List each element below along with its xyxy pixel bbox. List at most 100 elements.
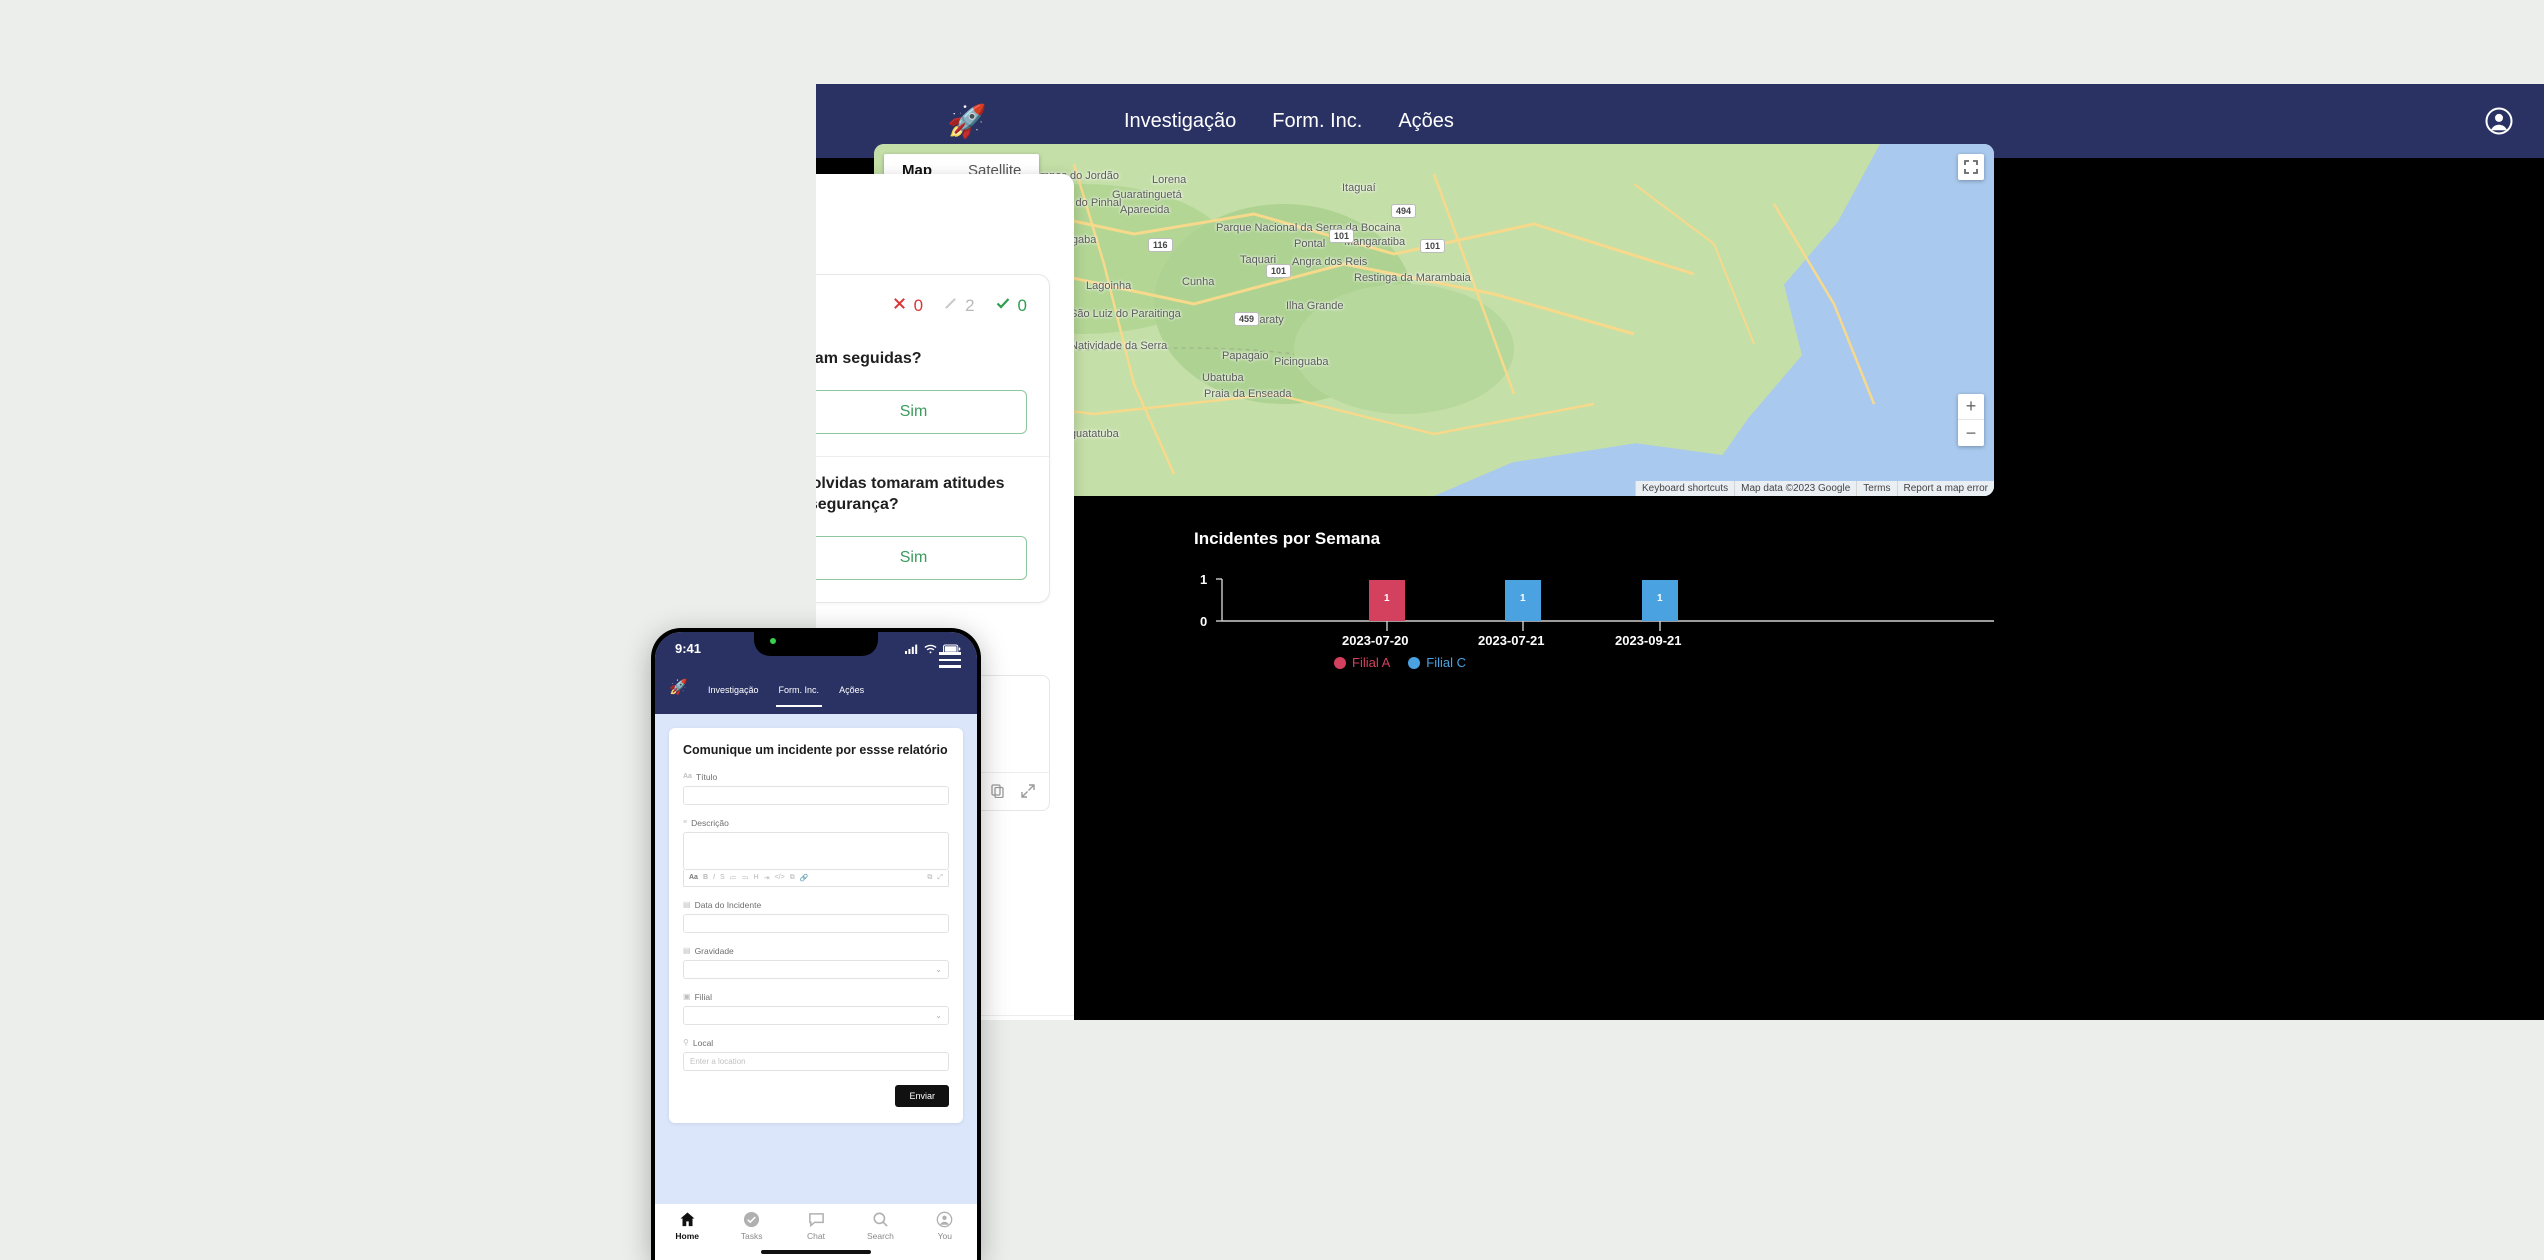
map-route-shield: 101 [1329, 229, 1355, 243]
map-zoom-controls[interactable]: + − [1958, 394, 1984, 446]
incident-form-card: Comunique um incidente por essse relatór… [669, 728, 963, 1123]
field-titulo: Aa Título [683, 772, 949, 805]
map-attrib-keyboard[interactable]: Keyboard shortcuts [1634, 481, 1734, 496]
code-block-icon[interactable]: ⧉ [790, 874, 795, 882]
map-place-label: Parque Nacional da Serra da Bocaina [1216, 222, 1401, 234]
xtick-label: 2023-07-20 [1342, 633, 1409, 648]
phone-nav-tab-form-inc[interactable]: Form. Inc. [774, 666, 825, 714]
branch-icon: ▣ [683, 992, 691, 1002]
panel-header: Incidentes a Investigar [816, 174, 1074, 252]
tab-search[interactable]: Search [848, 1211, 912, 1241]
counter-pending-value: 2 [965, 295, 975, 315]
field-label-titulo: Aa Título [683, 771, 718, 782]
expand-icon[interactable]: ⤢ [937, 874, 943, 882]
person-circle-icon [936, 1211, 953, 1228]
counter-passed: 0 [995, 295, 1027, 316]
phone-tab-bar: Home Tasks Chat Search You [655, 1204, 977, 1260]
checklist-header: Checklist 0 [816, 275, 1049, 332]
screen-root: 🚀 Investigação Form. Inc. Ações Campos d… [0, 0, 2544, 1260]
slash-icon [943, 296, 958, 316]
descricao-editor[interactable] [683, 831, 949, 870]
tab-tasks[interactable]: Tasks [719, 1211, 783, 1241]
map-place-label: Ubatuba [1202, 372, 1244, 384]
phone-nav-tab-acoes[interactable]: Ações [834, 666, 869, 714]
descricao-toolbar: Aa B I S ≔ ≕ H ⇥ </> ⧉ 🔗 ⧉ ⤢ [683, 869, 949, 887]
map-attribution: Keyboard shortcuts Map data ©2023 Google… [1634, 481, 1994, 496]
tab-you[interactable]: You [913, 1211, 977, 1241]
gravidade-select[interactable]: ⌄ [683, 959, 949, 979]
answer-buttons: Não Sim [816, 389, 1027, 434]
account-circle-icon[interactable] [2484, 106, 2514, 136]
copy-icon[interactable] [991, 784, 1005, 799]
legend-color-swatch [1334, 656, 1346, 669]
field-local: ⚲ Local Enter a location [683, 1038, 949, 1071]
map-place-label: Restinga da Marambaia [1354, 272, 1471, 284]
text-size-icon: Aa [683, 773, 692, 781]
italic-icon[interactable]: I [713, 874, 715, 881]
x-icon [892, 296, 907, 316]
titulo-input[interactable] [683, 785, 949, 805]
map-attrib-terms[interactable]: Terms [1856, 481, 1896, 496]
field-filial: ▣ Filial ⌄ [683, 992, 949, 1025]
chat-bubble-icon [808, 1213, 824, 1228]
form-title: Comunique um incidente por essse relatór… [683, 743, 948, 757]
data-input[interactable] [683, 913, 949, 933]
phone-status-bar: 9:41 [655, 632, 977, 666]
text-lines-icon: ≡ [683, 819, 688, 827]
check-icon [995, 295, 1011, 316]
map-place-label: Itaguaí [1342, 182, 1376, 194]
bullet-list-icon[interactable]: ≔ [730, 874, 737, 882]
text-size-icon[interactable]: Aa [689, 874, 698, 881]
map-route-shield: 459 [1234, 312, 1260, 326]
home-icon [680, 1212, 695, 1227]
field-label-gravidade: ▤ Gravidade [683, 945, 734, 956]
map-place-label: Guaratinguetá [1112, 189, 1182, 201]
legend-item-filial-c: Filial C [1408, 655, 1466, 670]
tab-chat[interactable]: Chat [784, 1211, 848, 1241]
phone-notch [754, 632, 878, 656]
counter-failed: 0 [892, 296, 923, 316]
search-icon [873, 1212, 888, 1227]
heading-icon[interactable]: H [754, 874, 759, 881]
map-attrib-data: Map data ©2023 Google [1734, 481, 1856, 496]
inline-code-icon[interactable]: </> [775, 874, 785, 881]
phone-navbar: 🚀 Investigação Form. Inc. Ações [655, 652, 977, 714]
hamburger-menu-icon[interactable] [939, 652, 961, 668]
chart-ytick-1: 1 [1200, 572, 1208, 587]
filial-select[interactable]: ⌄ [683, 1005, 949, 1025]
recording-dot-icon [770, 638, 776, 644]
answer-buttons: Não Sim [816, 535, 1027, 580]
bold-icon[interactable]: B [703, 874, 708, 881]
copy-icon[interactable]: ⧉ [927, 874, 932, 882]
home-indicator [761, 1250, 871, 1254]
local-input[interactable]: Enter a location [683, 1051, 949, 1071]
map-route-shield: 494 [1391, 204, 1417, 218]
chart-legend: Filial A Filial C [1334, 655, 1466, 670]
zoom-in-button[interactable]: + [1958, 394, 1984, 420]
tab-home[interactable]: Home [655, 1211, 719, 1241]
strikethrough-icon[interactable]: S [720, 874, 725, 881]
app-window: 🚀 Investigação Form. Inc. Ações Campos d… [816, 84, 2544, 1020]
chart-incidentes-por-semana: Incidentes por Semana 1 0 1 1 1 2023-07-… [1194, 529, 1994, 691]
link-icon[interactable]: 🔗 [800, 874, 809, 882]
answer-yes-button[interactable]: Sim [816, 389, 1027, 434]
indent-icon[interactable]: ⇥ [764, 874, 770, 882]
phone-nav-tab-investigacao[interactable]: Investigação [703, 666, 764, 714]
map-place-label: Papagaio [1222, 350, 1269, 362]
bar-label: 1 [1520, 593, 1526, 604]
phone-content: Comunique um incidente por essse relatór… [655, 714, 977, 1123]
field-gravidade: ▤ Gravidade ⌄ [683, 946, 949, 979]
map-place-label: Cunha [1182, 276, 1215, 288]
counter-passed-value: 0 [1017, 295, 1027, 315]
numbered-list-icon[interactable]: ≕ [742, 874, 749, 882]
map-route-shield: 116 [1148, 238, 1173, 252]
zoom-out-button[interactable]: − [1958, 420, 1984, 446]
enviar-button[interactable]: Enviar [895, 1084, 949, 1107]
map-place-label: Praia da Enseada [1204, 388, 1292, 400]
expand-icon[interactable] [1021, 784, 1035, 798]
checklist-question-1: Todas as normas de segurança foram segui… [816, 332, 1049, 456]
fullscreen-icon[interactable] [1958, 154, 1984, 180]
answer-yes-button[interactable]: Sim [816, 535, 1027, 580]
bar-label: 1 [1384, 593, 1390, 604]
map-attrib-report[interactable]: Report a map error [1896, 481, 1994, 496]
